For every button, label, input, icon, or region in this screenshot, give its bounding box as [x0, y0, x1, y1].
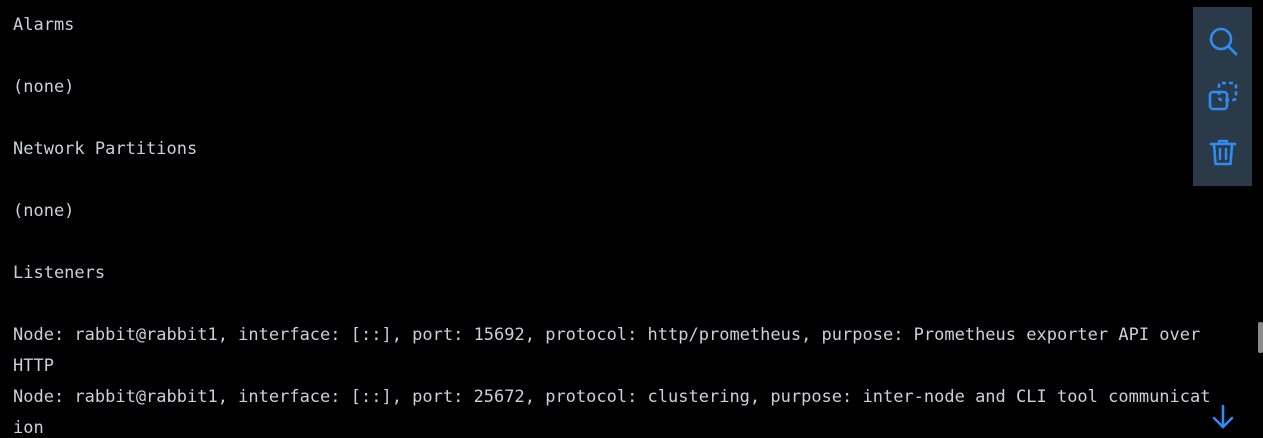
terminal-output: Alarms (none) Network Partitions (none) List… — [13, 10, 1211, 438]
output-line: ion — [13, 418, 44, 438]
log-toolbar — [1193, 7, 1252, 186]
output-line: HTTP — [13, 356, 54, 376]
output-line: Node: rabbit@rabbit1, interface: [::], p… — [13, 325, 1201, 345]
output-line: (none) — [13, 201, 75, 221]
output-line: Listeners — [13, 263, 106, 283]
terminal-view: Alarms (none) Network Partitions (none) List… — [0, 0, 1263, 438]
arrow-down-icon — [1212, 404, 1234, 429]
output-line: Node: rabbit@rabbit1, interface: [::], p… — [13, 387, 1211, 407]
output-line: (none) — [13, 77, 75, 97]
scroll-to-bottom-button[interactable] — [1206, 400, 1240, 434]
search-button[interactable] — [1203, 21, 1243, 61]
scrollbar-track[interactable] — [1257, 0, 1263, 438]
output-line: Network Partitions — [13, 139, 198, 159]
scrollbar-thumb[interactable] — [1258, 322, 1263, 353]
trash-icon — [1209, 139, 1236, 166]
copy-button[interactable] — [1203, 76, 1243, 116]
clear-button[interactable] — [1203, 132, 1243, 172]
output-line: Alarms — [13, 15, 75, 35]
copy-icon — [1208, 82, 1237, 111]
search-icon — [1209, 27, 1237, 56]
